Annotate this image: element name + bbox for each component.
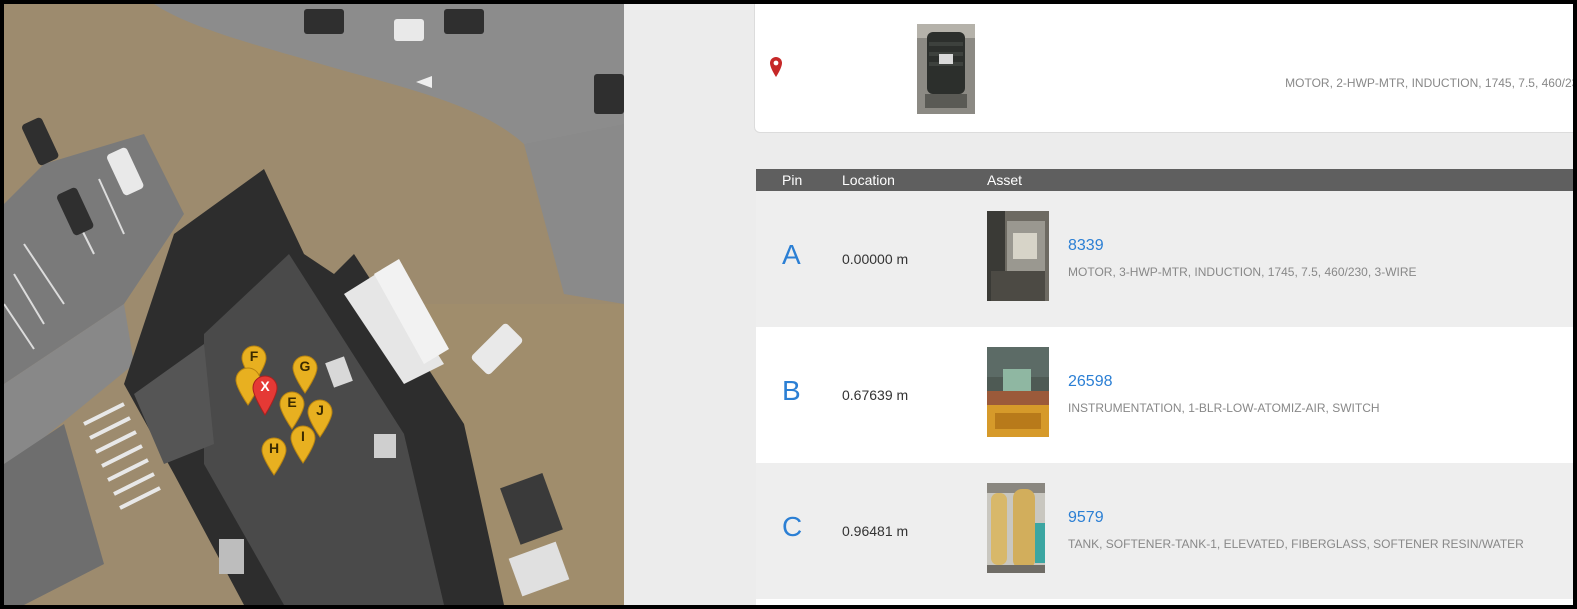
map-pin-g-label: G: [299, 358, 311, 374]
row-location: 0.96481 m: [842, 523, 909, 539]
selected-asset-description: MOTOR, 2-HWP-MTR, INDUCTION, 1745, 7.5, …: [1285, 76, 1573, 90]
asset-id-link[interactable]: 8339: [1068, 237, 1104, 255]
table-row-partial: [756, 599, 1573, 605]
header-location: Location: [842, 172, 895, 188]
asset-description: MOTOR, 3-HWP-MTR, INDUCTION, 1745, 7.5, …: [1068, 265, 1417, 279]
map-pin-g[interactable]: G: [291, 354, 319, 394]
row-location: 0.00000 m: [842, 251, 909, 267]
map-pin-h[interactable]: H: [260, 436, 288, 476]
map-pin-i[interactable]: I: [289, 424, 317, 464]
satellite-map[interactable]: F G E J I H X: [4, 4, 624, 605]
table-row[interactable]: A 0.00000 m 8339 MOTOR, 3-HWP-MTR, INDUC…: [756, 191, 1573, 327]
map-pin-selected-label: X: [260, 378, 270, 394]
row-pin-letter: C: [782, 511, 803, 542]
app-window: F G E J I H X MOTOR, 2-HWP-MTR, INDUCTIO…: [4, 4, 1573, 605]
map-pin-j-label: J: [316, 402, 324, 418]
table-row[interactable]: B 0.67639 m 26598 INSTRUMENTATION, 1-BLR…: [756, 327, 1573, 463]
table-row[interactable]: C 0.96481 m 9579 TANK, SOFTENER-TANK-1, …: [756, 463, 1573, 599]
header-asset: Asset: [987, 172, 1023, 188]
asset-panel: MOTOR, 2-HWP-MTR, INDUCTION, 1745, 7.5, …: [726, 4, 1573, 605]
satellite-imagery: [4, 4, 624, 605]
asset-description: INSTRUMENTATION, 1-BLR-LOW-ATOMIZ-AIR, S…: [1068, 401, 1380, 415]
header-pin: Pin: [782, 172, 803, 188]
row-pin-letter: A: [782, 239, 801, 270]
map-pin-selected[interactable]: X: [251, 374, 279, 416]
motor-photo: [917, 24, 975, 114]
asset-description: TANK, SOFTENER-TANK-1, ELEVATED, FIBERGL…: [1068, 537, 1524, 551]
row-location: 0.67639 m: [842, 387, 909, 403]
panel-gutter: [624, 4, 726, 605]
nearby-assets-table: Pin Location Asset A 0.00000 m 8339 MOTO…: [756, 169, 1573, 605]
switch-photo: [987, 347, 1049, 437]
map-pin-e-label: E: [287, 394, 297, 410]
motor-photo: [987, 211, 1049, 301]
location-pin-icon: [769, 56, 783, 83]
map-pin-f-label: F: [249, 348, 259, 364]
map-pin-h-label: H: [268, 440, 280, 456]
asset-id-link[interactable]: 26598: [1068, 373, 1113, 391]
selected-asset-card[interactable]: MOTOR, 2-HWP-MTR, INDUCTION, 1745, 7.5, …: [754, 4, 1573, 133]
asset-id-link[interactable]: 9579: [1068, 509, 1104, 527]
map-pin-i-label: I: [301, 428, 305, 444]
row-pin-letter: B: [782, 375, 801, 406]
tank-photo: [987, 483, 1045, 573]
table-header: Pin Location Asset: [756, 169, 1573, 191]
